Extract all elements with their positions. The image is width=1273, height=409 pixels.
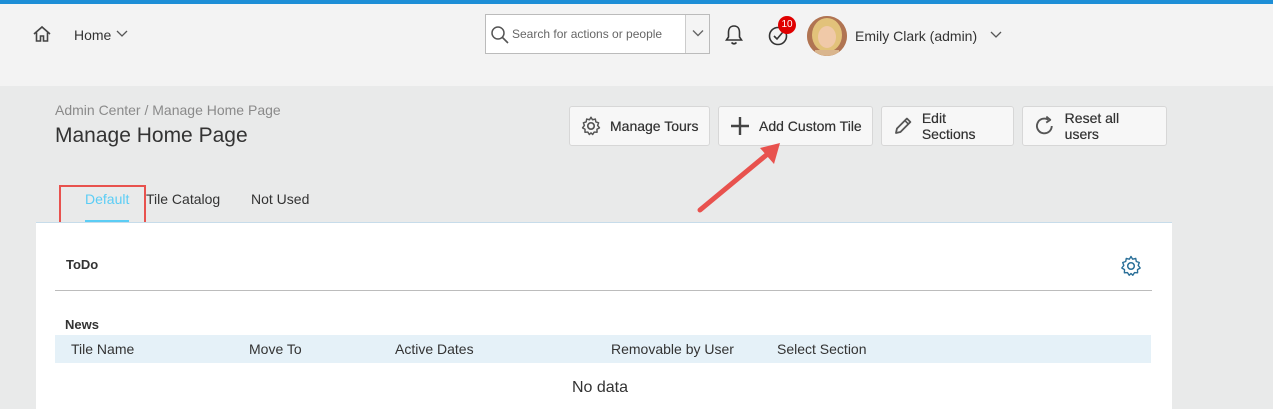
section-divider <box>55 290 1152 291</box>
edit-sections-label: Edit Sections <box>921 110 976 142</box>
search-input[interactable] <box>512 17 682 51</box>
breadcrumb[interactable]: Admin Center / Manage Home Page <box>55 102 281 118</box>
bell-icon[interactable] <box>724 24 744 46</box>
manage-tours-label: Manage Tours <box>610 118 699 134</box>
column-header-removable-by-user[interactable]: Removable by User <box>611 341 734 357</box>
search-box[interactable] <box>485 14 710 54</box>
avatar[interactable] <box>807 16 847 56</box>
column-header-select-section[interactable]: Select Section <box>777 341 867 357</box>
news-section-title: News <box>65 317 99 332</box>
chevron-down-icon[interactable] <box>990 29 1002 39</box>
gear-icon[interactable] <box>1119 254 1143 278</box>
edit-sections-button[interactable]: Edit Sections <box>881 106 1014 146</box>
home-menu-label[interactable]: Home <box>74 27 111 43</box>
reset-all-users-label: Reset all users <box>1064 110 1120 142</box>
tab-not-used[interactable]: Not Used <box>251 191 309 207</box>
todo-section-title: ToDo <box>66 257 99 272</box>
chevron-down-icon[interactable] <box>116 28 128 38</box>
add-custom-tile-label: Add Custom Tile <box>759 118 862 134</box>
table-header: Tile Name Move To Active Dates Removable… <box>55 335 1151 363</box>
search-dropdown-button[interactable] <box>685 15 709 53</box>
search-icon <box>491 26 509 44</box>
annotation-arrow-icon <box>697 143 780 213</box>
refresh-icon <box>1036 115 1053 135</box>
empty-table-message: No data <box>571 379 629 396</box>
pencil-icon <box>895 117 912 134</box>
tab-tile-catalog[interactable]: Tile Catalog <box>146 191 220 207</box>
column-header-move-to[interactable]: Move To <box>249 341 302 357</box>
todo-count-badge: 10 <box>778 16 796 34</box>
column-header-active-dates[interactable]: Active Dates <box>395 341 474 357</box>
user-name[interactable]: Emily Clark (admin) <box>855 28 977 44</box>
page-title: Manage Home Page <box>55 124 248 147</box>
reset-all-users-button[interactable]: Reset all users <box>1022 106 1167 146</box>
gear-icon <box>581 116 601 136</box>
user-photo-icon <box>807 16 847 56</box>
plus-icon <box>731 117 749 135</box>
column-header-tile-name[interactable]: Tile Name <box>71 341 134 357</box>
content-panel: ToDo News Tile Name Move To Active Dates… <box>36 222 1172 409</box>
top-bar: Home 10 Emily Clark (admin) <box>0 0 1273 86</box>
home-icon[interactable] <box>32 24 52 44</box>
manage-tours-button[interactable]: Manage Tours <box>569 106 710 146</box>
chevron-down-icon <box>692 30 704 37</box>
